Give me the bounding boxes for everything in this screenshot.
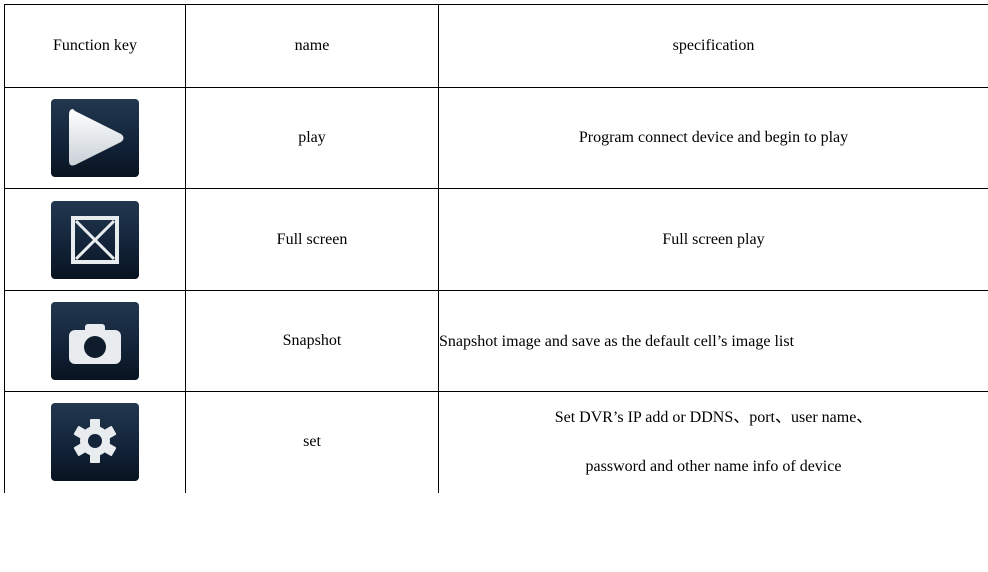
table-row: play Program connect device and begin to… xyxy=(4,87,988,189)
spec-line: password and other name info of device xyxy=(585,458,842,476)
function-key-table: Function key name specification play Pro… xyxy=(4,4,988,493)
settings-button[interactable] xyxy=(51,403,139,482)
spec-cell: Snapshot image and save as the default c… xyxy=(438,290,988,392)
table-row: set Set DVR’s IP add or DDNS、port、user n… xyxy=(4,391,988,493)
spec-cell: Set DVR’s IP add or DDNS、port、user name、… xyxy=(438,391,988,493)
name-cell: set xyxy=(185,391,439,493)
play-icon xyxy=(51,99,139,177)
header-function-key: Function key xyxy=(4,4,186,88)
table-header-row: Function key name specification xyxy=(4,4,988,88)
name-cell: Snapshot xyxy=(185,290,439,392)
function-key-cell xyxy=(4,188,186,291)
function-key-cell xyxy=(4,87,186,189)
snapshot-button[interactable] xyxy=(51,302,139,380)
function-key-cell xyxy=(4,391,186,493)
gear-icon xyxy=(51,403,139,482)
spec-cell: Full screen play xyxy=(438,188,988,291)
header-name: name xyxy=(185,4,439,88)
full-screen-button[interactable] xyxy=(51,200,139,279)
table-row: Snapshot Snapshot image and save as the … xyxy=(4,290,988,392)
spec-line: Set DVR’s IP add or DDNS、port、user name、 xyxy=(554,409,873,427)
table-row: Full screen Full screen play xyxy=(4,188,988,291)
fullscreen-icon xyxy=(51,200,139,279)
camera-icon xyxy=(51,302,139,380)
name-cell: play xyxy=(185,87,439,189)
header-specification: specification xyxy=(438,4,988,88)
name-cell: Full screen xyxy=(185,188,439,291)
spec-cell: Program connect device and begin to play xyxy=(438,87,988,189)
function-key-cell xyxy=(4,290,186,392)
play-button[interactable] xyxy=(51,99,139,177)
